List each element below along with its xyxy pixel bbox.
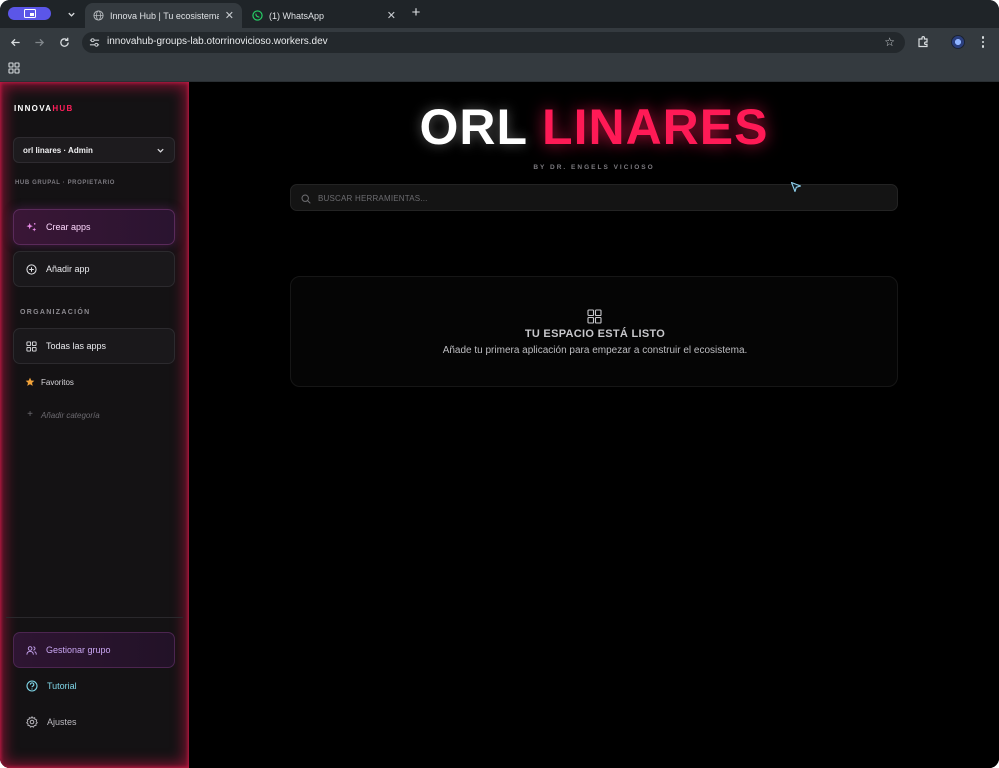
tutorial-link[interactable]: Tutorial bbox=[26, 680, 77, 692]
tab-search-chevron-icon[interactable] bbox=[62, 6, 80, 22]
brand-part-innova: INNOVA bbox=[14, 104, 53, 113]
tab-title: Innova Hub | Tu ecosistema d bbox=[110, 10, 219, 21]
help-circle-icon bbox=[26, 680, 38, 692]
favorites-link[interactable]: Favoritos bbox=[25, 377, 74, 387]
window-icon bbox=[23, 9, 36, 18]
url-text: innovahub-groups-lab.otorrinovicioso.wor… bbox=[107, 36, 328, 47]
extensions-icon[interactable] bbox=[915, 34, 931, 50]
empty-state-description: Añade tu primera aplicación para empezar… bbox=[442, 345, 748, 356]
sidebar: INNOVAHUB orl linares · Admin HUB GRUPAL… bbox=[0, 82, 189, 768]
profile-button[interactable] bbox=[8, 7, 51, 20]
sparkles-icon bbox=[26, 222, 37, 232]
star-icon bbox=[25, 377, 35, 386]
group-meta: HUB GRUPAL · PROPIETARIO bbox=[15, 180, 116, 186]
title-part-linares: LINARES bbox=[542, 99, 769, 155]
reload-icon[interactable] bbox=[56, 34, 72, 50]
title-part-orl: ORL bbox=[419, 99, 528, 155]
tab-whatsapp[interactable]: (1) WhatsApp ✕ bbox=[244, 3, 404, 28]
brand-logo: INNOVAHUB bbox=[14, 104, 74, 113]
grid-icon bbox=[26, 340, 37, 352]
sidebar-divider bbox=[6, 617, 183, 618]
mouse-cursor-icon bbox=[790, 181, 802, 193]
settings-link[interactable]: Ajustes bbox=[26, 716, 77, 728]
group-selector-value: orl linares · Admin bbox=[23, 145, 93, 155]
plus-icon: + bbox=[27, 409, 33, 420]
bookmark-star-icon[interactable]: ☆ bbox=[884, 35, 895, 49]
section-label-organization: ORGANIZACIÓN bbox=[20, 309, 91, 316]
tutorial-label: Tutorial bbox=[47, 681, 77, 691]
search-icon bbox=[301, 194, 311, 204]
group-selector[interactable]: orl linares · Admin bbox=[13, 137, 175, 163]
favorites-label: Favoritos bbox=[41, 377, 74, 387]
brand-part-hub: HUB bbox=[52, 104, 74, 113]
whatsapp-icon bbox=[252, 10, 263, 21]
menu-kebab-icon[interactable] bbox=[978, 34, 988, 50]
users-icon bbox=[26, 645, 37, 655]
add-category-label: Añadir categoría bbox=[41, 410, 100, 420]
main-content: ORL LINARES BY DR. ENGELS VICIOSO TU ESP… bbox=[189, 82, 999, 768]
chevron-down-icon bbox=[157, 148, 164, 153]
empty-state-title: TU ESPACIO ESTÁ LISTO bbox=[524, 328, 666, 340]
browser-toolbar: innovahub-groups-lab.otorrinovicioso.wor… bbox=[0, 28, 999, 56]
manage-group-label: Gestionar grupo bbox=[46, 645, 111, 655]
settings-label: Ajustes bbox=[47, 717, 77, 727]
tab-strip: Innova Hub | Tu ecosistema d ✕ (1) Whats… bbox=[0, 0, 999, 28]
apps-grid-icon[interactable] bbox=[8, 62, 20, 74]
add-app-label: Añadir app bbox=[46, 264, 90, 274]
tab-title: (1) WhatsApp bbox=[269, 10, 325, 21]
manage-group-button[interactable]: Gestionar grupo bbox=[13, 632, 175, 668]
close-icon[interactable]: ✕ bbox=[387, 9, 396, 22]
empty-state-card: TU ESPACIO ESTÁ LISTO Añade tu primera a… bbox=[290, 276, 898, 387]
bookmarks-bar bbox=[0, 56, 999, 82]
close-icon[interactable]: ✕ bbox=[225, 9, 234, 22]
new-tab-button[interactable]: + bbox=[408, 5, 424, 21]
byline: BY DR. ENGELS VICIOSO bbox=[533, 164, 655, 171]
globe-icon bbox=[93, 10, 104, 21]
add-app-button[interactable]: Añadir app bbox=[13, 251, 175, 287]
app-viewport: INNOVAHUB orl linares · Admin HUB GRUPAL… bbox=[0, 82, 999, 768]
forward-icon[interactable] bbox=[31, 34, 47, 50]
add-category-link[interactable]: + Añadir categoría bbox=[25, 410, 100, 420]
plus-circle-icon bbox=[26, 263, 37, 275]
create-apps-label: Crear apps bbox=[46, 222, 91, 232]
all-apps-button[interactable]: Todas las apps bbox=[13, 328, 175, 364]
tab-innova-hub[interactable]: Innova Hub | Tu ecosistema d ✕ bbox=[85, 3, 242, 28]
gear-icon bbox=[26, 716, 38, 728]
browser-window: Innova Hub | Tu ecosistema d ✕ (1) Whats… bbox=[0, 0, 999, 768]
address-bar[interactable]: innovahub-groups-lab.otorrinovicioso.wor… bbox=[82, 32, 905, 53]
site-settings-icon[interactable] bbox=[89, 37, 100, 48]
search-bar[interactable] bbox=[290, 184, 898, 211]
grid-icon bbox=[587, 309, 602, 324]
create-apps-button[interactable]: Crear apps bbox=[13, 209, 175, 245]
profile-avatar[interactable] bbox=[951, 35, 965, 49]
page-title: ORL LINARES bbox=[189, 98, 999, 156]
all-apps-label: Todas las apps bbox=[46, 341, 107, 351]
back-icon[interactable] bbox=[7, 34, 23, 50]
